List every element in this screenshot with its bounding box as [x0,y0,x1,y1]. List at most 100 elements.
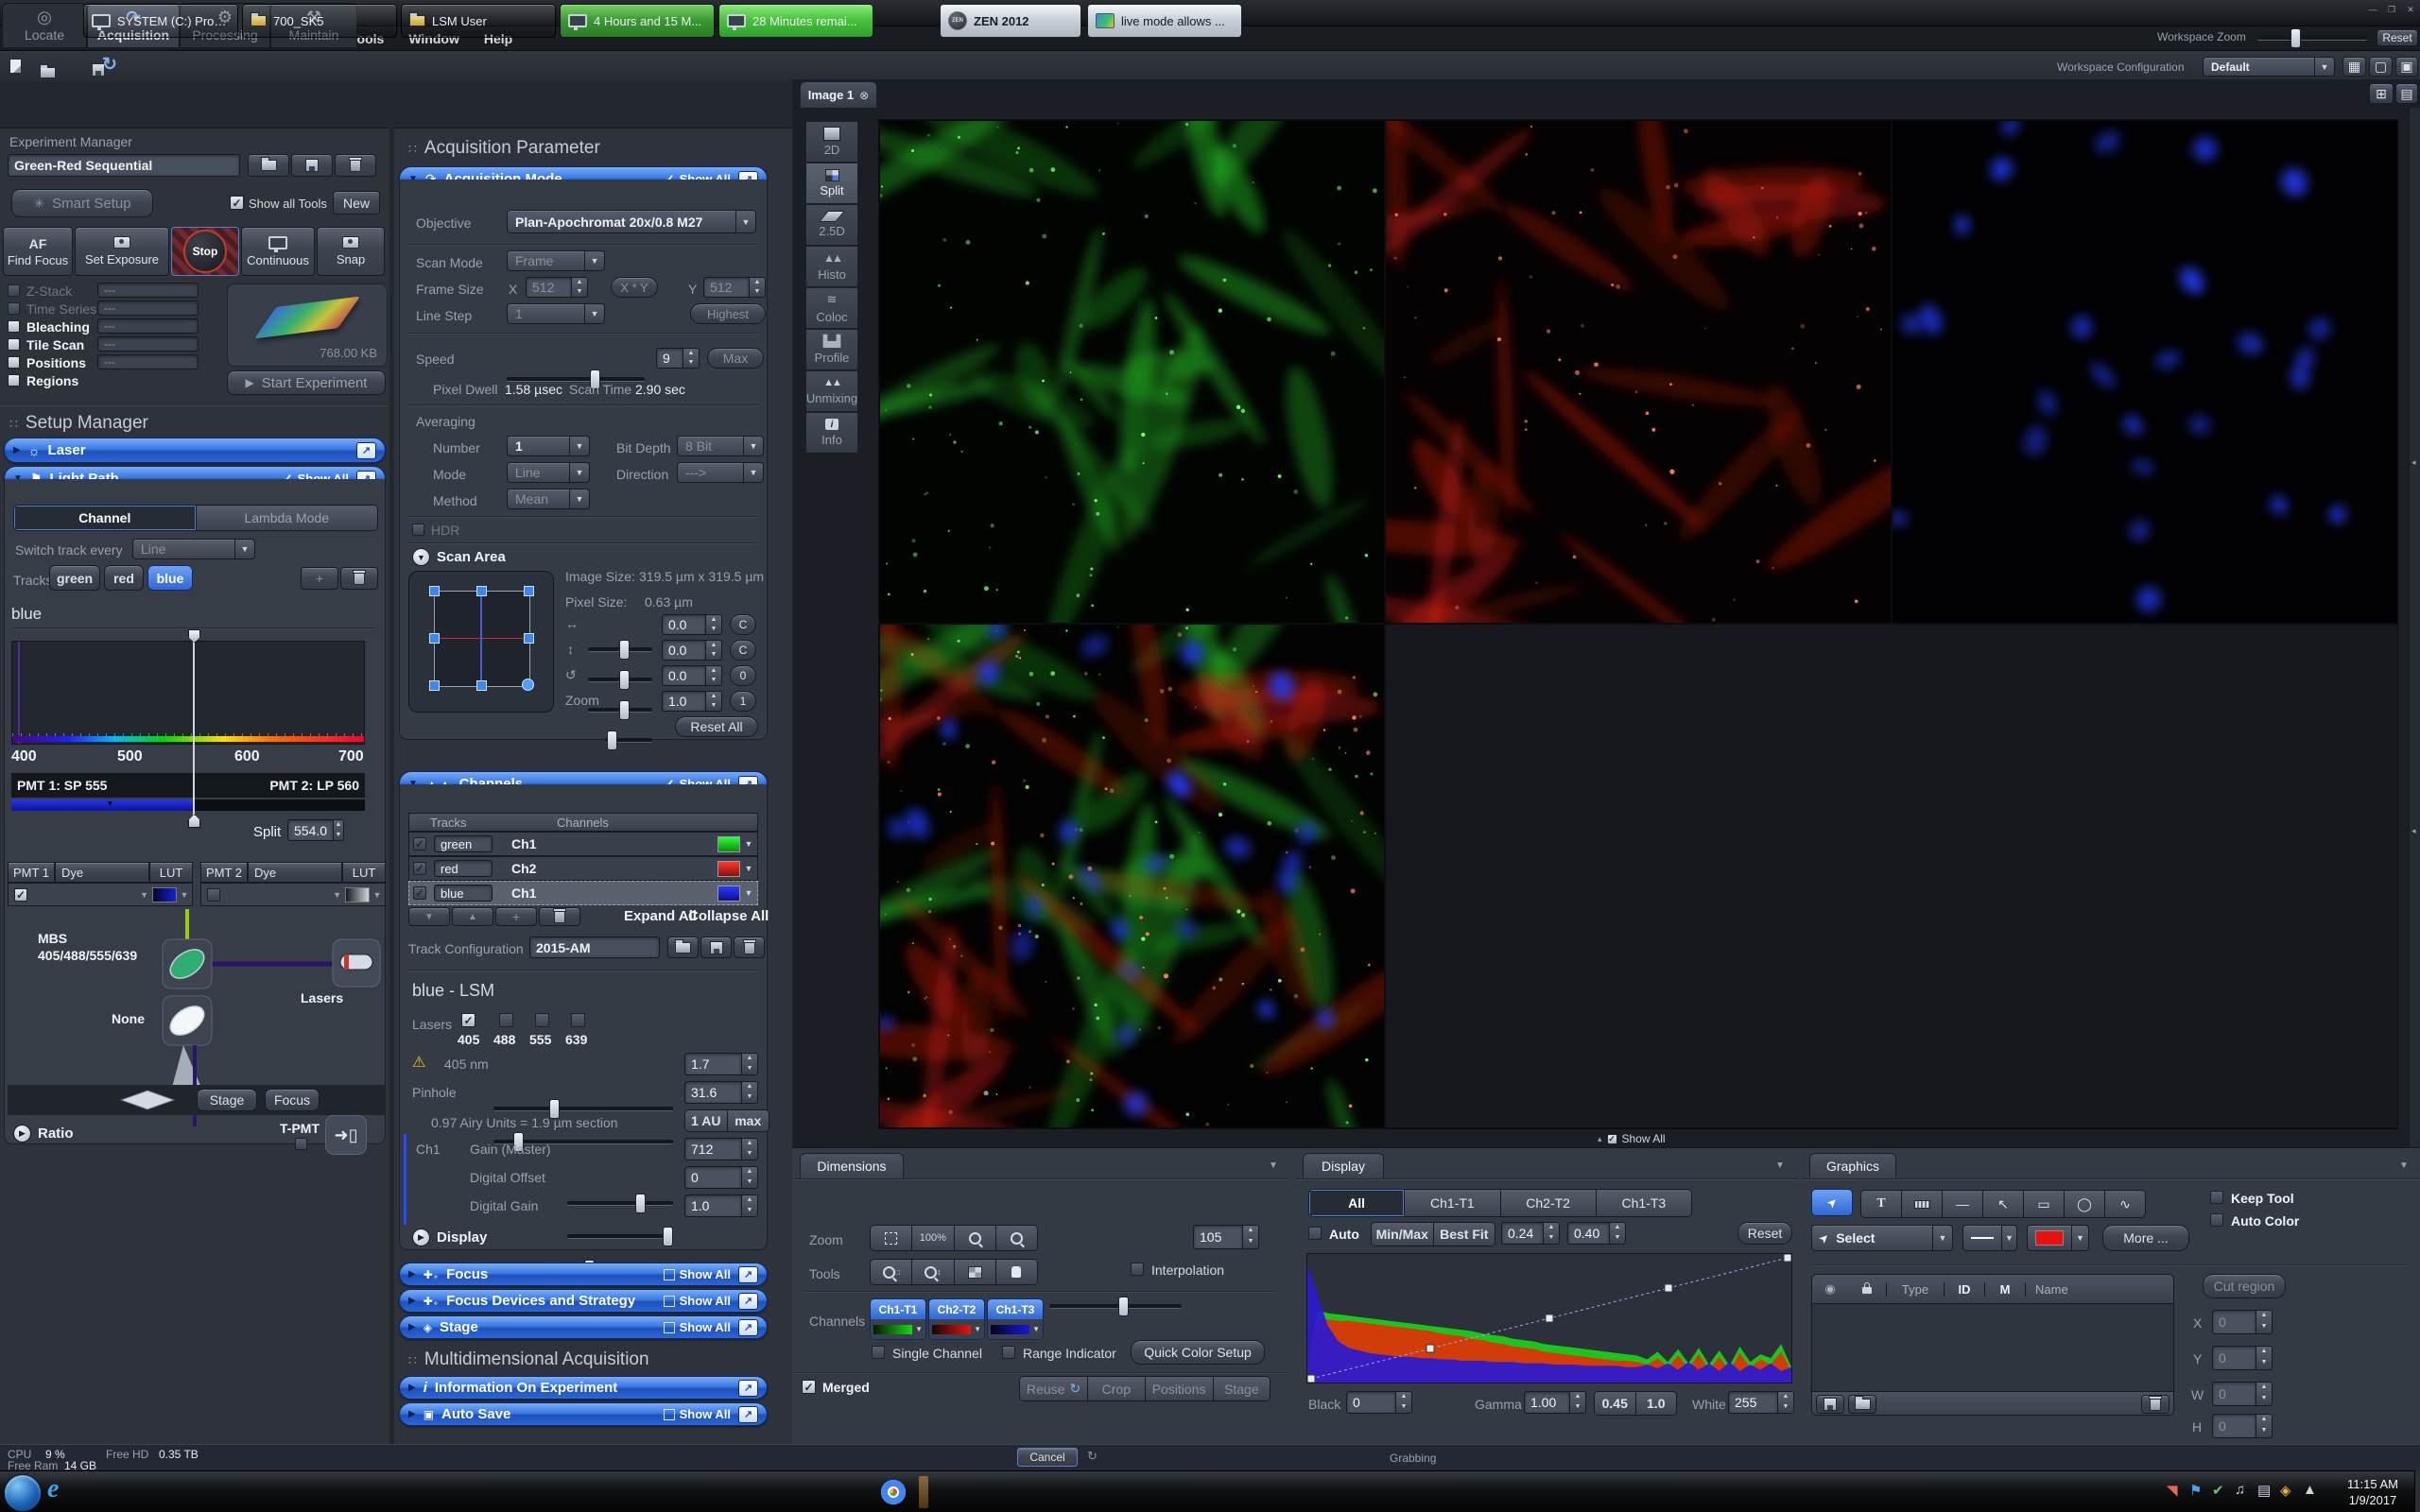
panel-collapse-icon[interactable]: ▼ [2399,1160,2409,1171]
laser-power-slider[interactable] [493,1107,673,1111]
keep-tool-checkbox[interactable] [2210,1191,2223,1204]
taskbar-copy-4hours[interactable]: 4 Hours and 15 M... [560,4,715,38]
split-slider-line[interactable] [193,637,195,820]
zoom-in-button[interactable] [996,1226,1037,1250]
pmt1-enabled-checkbox[interactable]: ✓ [14,888,27,902]
xy-button[interactable]: X * Y [611,277,658,298]
tray-icon-5[interactable]: ▤ [2257,1482,2271,1499]
track-enabled-checkbox[interactable]: ✓ [413,862,426,875]
reset-all-button[interactable]: Reset All [675,716,758,737]
auto-display-checkbox[interactable] [1308,1227,1322,1240]
workspace-zoom-reset-button[interactable]: Reset [2377,29,2418,46]
gain-master-spinner[interactable]: 712▲▼ [684,1138,758,1160]
channel-row-red[interactable]: ✓ red Ch2 ▼ [408,856,758,881]
start-experiment-button[interactable]: ▶Start Experiment [227,370,386,395]
delete-annotation-button[interactable] [2141,1395,2169,1414]
laser-639-checkbox[interactable] [571,1013,585,1027]
speed-spinner[interactable]: 9▲▼ [656,348,700,369]
select-tool-button[interactable]: ➤ [1811,1189,1853,1216]
scan-area-expander-icon[interactable]: ▼ [412,548,430,566]
channel-row-blue-selected[interactable]: ✓ blue Ch1 ▼ [408,881,758,905]
workspace-config-dropdown[interactable]: Default▼ [2203,57,2335,77]
bottom-panel-show-all[interactable]: ▴ ✓ Show All [1598,1132,1666,1145]
scan-zoom-slider[interactable] [605,738,652,743]
taskbar-zen-2012[interactable]: ZENZEN 2012 [940,4,1081,38]
direction-dropdown[interactable]: --->▼ [677,462,764,483]
laser-power-spinner[interactable]: 1.7▲▼ [684,1053,758,1075]
split-spinner[interactable]: 554.0▲▼ [287,819,344,841]
channel-ch1t1-button[interactable]: Ch1-T1 ▼ [870,1298,926,1340]
more-button[interactable]: More ... [2102,1225,2189,1251]
stage-button[interactable]: Stage [1214,1377,1270,1400]
chevron-down-icon[interactable]: ▼ [740,864,757,873]
tab-locate[interactable]: ◎Locate [2,3,87,47]
bestfit-low-spinner[interactable]: 0.24▲▼ [1501,1222,1560,1245]
zoom-one-button[interactable]: 1 [730,691,756,712]
handle-ne[interactable] [524,586,534,596]
undock-icon[interactable]: ↗ [738,1293,758,1310]
af-find-focus-button[interactable]: AFFind Focus [3,227,73,276]
maximize-button[interactable]: ❐ [2384,4,2399,15]
tray-icon-3[interactable]: ✔ [2212,1482,2224,1499]
taskbar-lsm-user-folder[interactable]: LSM User [401,4,556,38]
track-config-save-button[interactable] [700,936,732,958]
display-tab-ch1t1[interactable]: Ch1-T1 [1405,1190,1500,1216]
handle-s[interactable] [476,680,487,691]
cancel-button[interactable]: Cancel [1017,1448,1078,1467]
pinhole-max-button[interactable]: max [728,1110,769,1131]
speed-max-button[interactable]: Max [707,348,764,369]
minmax-button[interactable]: Min/Max [1372,1223,1434,1246]
stop-button[interactable]: Stop [171,227,239,276]
viewer-zoom-spinner[interactable]: 105▲▼ [1193,1225,1259,1249]
bit-depth-dropdown[interactable]: 8 Bit▼ [677,436,764,456]
undock-icon[interactable]: ↗ [738,1266,758,1283]
tray-icon-2[interactable]: ⚑ [2189,1482,2202,1499]
handle-nw[interactable] [429,586,440,596]
image-pane-green-channel[interactable] [880,121,1384,623]
channel-ch1t3-button[interactable]: Ch1-T3 ▼ [987,1298,1044,1340]
view-tab-split[interactable]: Split [805,163,858,204]
view-tab-histo[interactable]: ▲▲Histo [805,246,858,287]
show-desktop-button[interactable] [2414,1470,2420,1512]
new-document-icon[interactable] [9,59,22,74]
zoom-fit-button[interactable] [871,1226,912,1250]
track-enabled-checkbox[interactable]: ✓ [413,886,426,900]
lock-icon[interactable] [1848,1282,1886,1297]
offset-y-spinner[interactable]: 0.0▲▼ [662,640,722,661]
taskbar-700sk5-folder[interactable]: 700_SK5 [242,4,397,38]
collapse-all-button[interactable]: Collapse All [688,908,769,924]
range-indicator-checkbox[interactable] [1002,1346,1015,1359]
column-splitter[interactable] [389,128,394,1444]
pmt1-active-range-bar[interactable]: ▼ [11,799,193,811]
objective-dropdown[interactable]: Plan-Apochromat 20x/0.8 M27▼ [507,210,756,233]
handle-sw[interactable] [429,680,440,691]
pmt2-dye-dropdown[interactable]: ▼ [220,890,345,900]
minimize-button[interactable]: — [2365,4,2380,15]
smart-setup-button[interactable]: ✳Smart Setup [11,189,153,217]
tray-icon-6[interactable]: ◈ [2280,1482,2291,1499]
offset-x-center-button[interactable]: C [730,614,756,635]
line-style-dropdown[interactable]: ▼ [1962,1225,2017,1251]
pmt1-lut-swatch[interactable] [152,887,177,902]
x-field-spinner[interactable]: 0▲▼ [2212,1310,2273,1334]
delete-channel-button[interactable] [539,907,580,926]
show-all-tools-checkbox[interactable]: ✓ [230,196,244,210]
tab-lambda-mode[interactable]: Lambda Mode [197,506,378,530]
move-down-button[interactable]: ▼ [408,907,450,926]
channel-row-green[interactable]: ✓ green Ch1 ▼ [408,832,758,856]
black-spinner[interactable]: 0▲▼ [1346,1391,1412,1414]
tray-icon-1[interactable]: ◥ [2167,1482,2178,1499]
view-tab-profile[interactable]: ▙▟Profile [805,329,858,370]
regions-checkbox[interactable] [8,374,20,387]
tab-graphics[interactable]: Graphics [1809,1153,1896,1178]
arrow-tool[interactable]: ↖ [1983,1191,2024,1217]
workspace-zoom-slider[interactable] [2257,36,2367,41]
line-step-dropdown[interactable]: 1▼ [507,303,605,324]
add-channel-button[interactable]: + [495,907,537,926]
chevron-down-icon[interactable]: ▼ [370,890,385,900]
highest-button[interactable]: Highest [690,303,766,324]
image-document-tab[interactable]: Image 1⊗ [800,81,877,108]
taskbar-clock[interactable]: 11:15 AM1/9/2017 [2335,1476,2411,1508]
tpmt-detector-icon[interactable]: ➜▯ [325,1115,367,1155]
auto-save-panel-header[interactable]: ▶▣Auto Save Show All↗ [399,1402,768,1426]
